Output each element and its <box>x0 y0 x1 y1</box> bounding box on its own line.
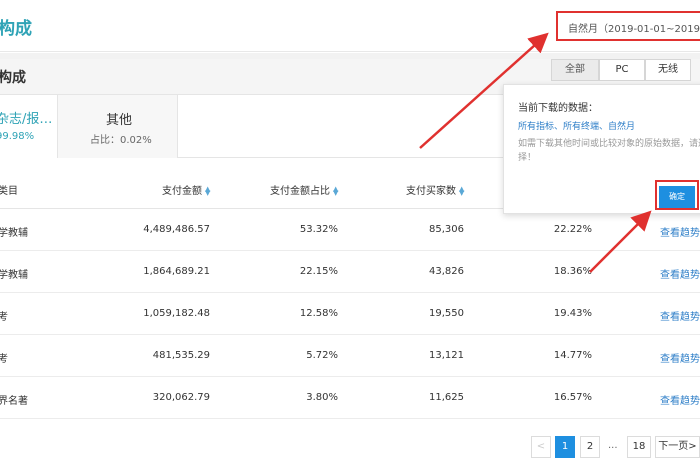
annotation-arrows <box>419 32 652 273</box>
arrow-to-date-filter <box>419 32 549 149</box>
arrow-to-confirm-button <box>589 210 652 273</box>
